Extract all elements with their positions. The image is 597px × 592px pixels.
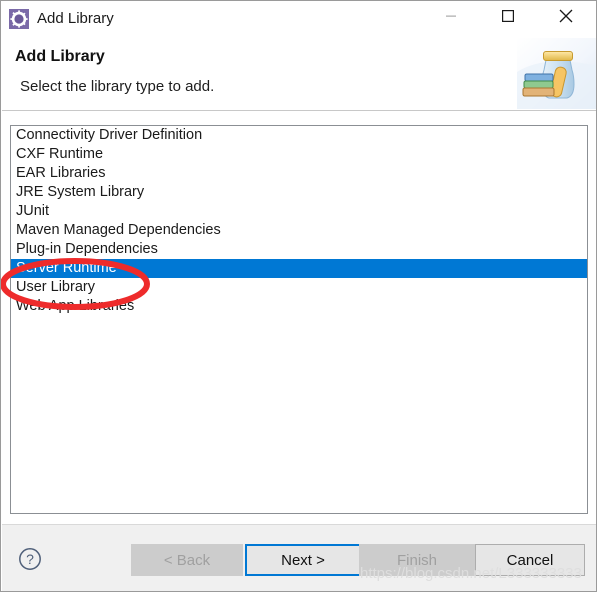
maximize-button[interactable]	[485, 1, 531, 31]
list-item[interactable]: Web App Libraries	[11, 297, 587, 316]
list-item[interactable]: Maven Managed Dependencies	[11, 221, 587, 240]
list-item[interactable]: CXF Runtime	[11, 145, 587, 164]
cancel-button[interactable]: Cancel	[475, 544, 585, 576]
list-items-container: Connectivity Driver Definition CXF Runtim…	[11, 126, 587, 316]
close-button[interactable]	[543, 1, 589, 31]
maximize-icon	[502, 10, 514, 22]
list-item[interactable]: User Library	[11, 278, 587, 297]
list-item[interactable]: JRE System Library	[11, 183, 587, 202]
list-item[interactable]: Server Runtime	[11, 259, 587, 278]
list-item[interactable]: JUnit	[11, 202, 587, 221]
minimize-icon	[446, 15, 456, 17]
wizard-header: Add Library Select the library type to a…	[2, 38, 596, 111]
page-subtitle: Select the library type to add.	[20, 78, 215, 95]
window-title: Add Library	[37, 10, 114, 27]
library-type-list[interactable]: Connectivity Driver Definition CXF Runtim…	[10, 125, 588, 514]
list-item[interactable]: Connectivity Driver Definition	[11, 126, 587, 145]
close-icon	[559, 9, 573, 23]
finish-button[interactable]: Finish	[359, 544, 475, 576]
title-bar: Add Library	[1, 1, 596, 38]
help-question-icon[interactable]: ?	[18, 547, 42, 571]
library-wizard-icon	[9, 9, 29, 29]
books-jar-icon	[517, 38, 596, 109]
add-library-dialog: Add Library Add Library Select the libra…	[0, 0, 597, 592]
svg-text:?: ?	[26, 551, 34, 567]
next-button[interactable]: Next >	[245, 544, 361, 576]
minimize-button[interactable]	[428, 1, 474, 31]
list-item[interactable]: EAR Libraries	[11, 164, 587, 183]
page-title: Add Library	[15, 48, 105, 65]
list-item[interactable]: Plug-in Dependencies	[11, 240, 587, 259]
back-button[interactable]: < Back	[131, 544, 243, 576]
